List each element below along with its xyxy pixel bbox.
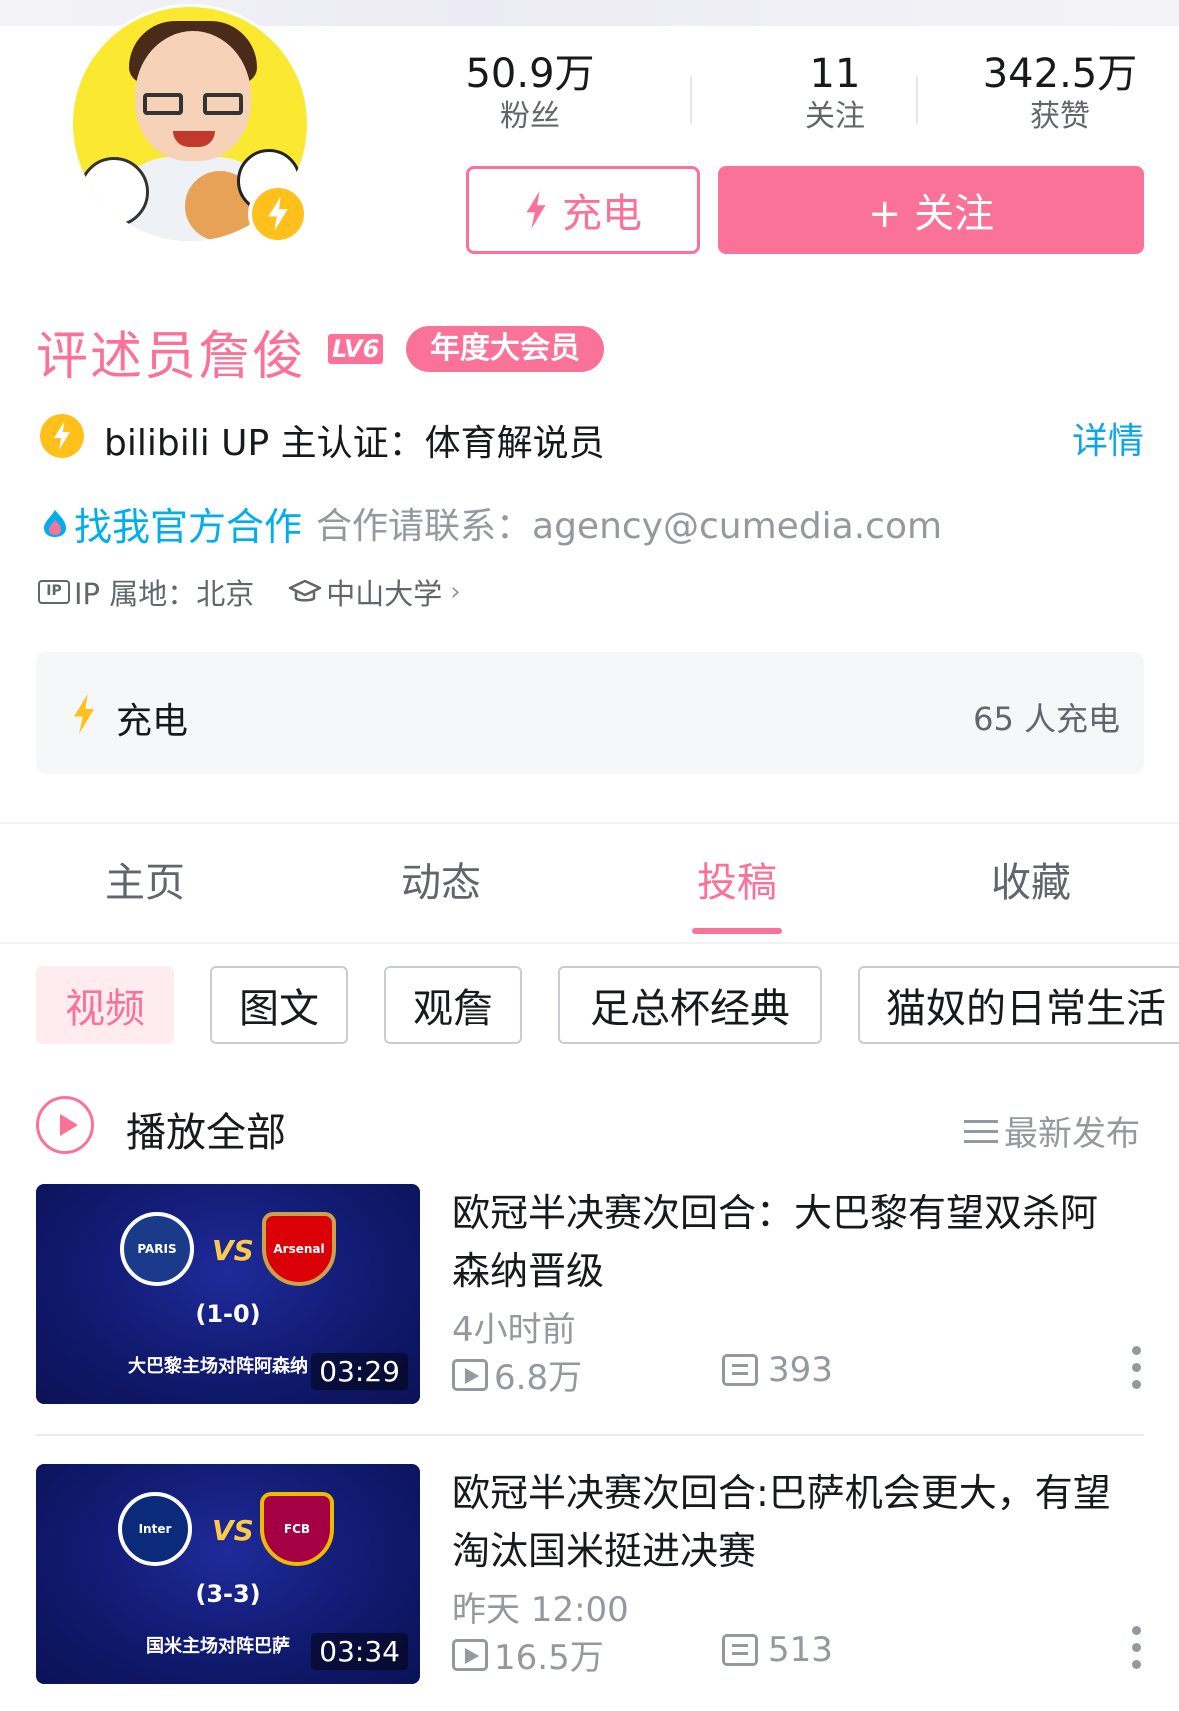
video-stats: 6.8万 393 [452,1350,1112,1398]
play-circle-icon[interactable] [36,1096,94,1154]
certification-detail-link[interactable]: 详情 [1072,412,1144,464]
play-count: 6.8万 [494,1358,583,1398]
certification-row: bilibili UP 主认证：体育解说员 详情 [40,412,1144,464]
barcelona-crest-icon: FCB [260,1492,334,1566]
chip-fa-cup-classics[interactable]: 足总杯经典 [558,966,822,1044]
username: 评述员詹俊 [36,327,307,387]
certification-text: bilibili UP 主认证：体育解说员 [104,423,605,464]
more-options-icon[interactable] [1132,1346,1142,1390]
sort-lines-icon [964,1117,998,1145]
stat-label: 关注 [805,99,865,134]
play-all-row: 播放全部 最新发布 [36,1092,1144,1158]
avatar-glasses [143,93,243,117]
stat-label: 获赞 [1030,99,1090,134]
comment-count-icon [722,1354,758,1386]
video-plays: 16.5万 [452,1630,604,1679]
vip-badge[interactable]: 年度大会员 [406,326,604,372]
vs-label: VS [212,1234,254,1267]
cooperation-link[interactable]: 找我官方合作 [74,496,302,551]
stat-following[interactable]: 11 关注 [760,50,910,136]
tab-submissions[interactable]: 投稿 [662,850,812,908]
video-title[interactable]: 欧冠半决赛次回合：大巴黎有望双杀阿森纳晋级 [452,1184,1112,1300]
tabs-divider [0,942,1179,944]
comment-count: 393 [768,1350,833,1390]
charge-button[interactable]: 充电 [466,166,700,254]
stat-label: 粉丝 [500,99,560,134]
lightning-icon [526,191,546,229]
video-comments: 393 [722,1350,833,1390]
video-publish-time: 昨天 12:00 [452,1590,629,1630]
chip-cat-life[interactable]: 猫奴的日常生活 [858,966,1179,1044]
tab-home[interactable]: 主页 [70,850,220,908]
stat-value: 11 [809,51,861,97]
graduation-cap-icon [289,579,322,602]
avatar-cat-left [79,157,149,227]
video-item[interactable]: Inter VS FCB (3-3) 国米主场对阵巴萨 03:34 欧冠半决赛次… [36,1464,1144,1684]
charge-card-count: 65 人充电 [973,700,1120,738]
chip-video[interactable]: 视频 [36,966,174,1044]
certification-icon [40,414,84,458]
flame-icon [44,510,66,537]
list-divider [36,1434,1144,1436]
stat-value: 342.5万 [982,51,1138,97]
video-duration: 03:29 [311,1353,408,1390]
video-stats: 16.5万 513 [452,1630,1112,1678]
profile-tabs: 主页 动态 投稿 收藏 [0,824,1179,942]
cooperation-row: 找我官方合作 合作请联系：agency@cumedia.com [40,496,943,551]
match-score: (3-3) [195,1580,261,1608]
video-comments: 513 [722,1630,833,1670]
match-score: (1-0) [195,1300,261,1328]
tab-dynamic[interactable]: 动态 [366,850,516,908]
video-plays: 6.8万 [452,1350,582,1399]
arsenal-crest-icon: Arsenal [262,1212,336,1286]
video-publish-time: 4小时前 [452,1310,576,1350]
video-item[interactable]: PARIS VS Arsenal (1-0) 大巴黎主场对阵阿森纳 03:29 … [36,1184,1144,1404]
psg-crest-icon: PARIS [120,1212,194,1286]
charge-button-label: 充电 [562,191,642,237]
more-options-icon[interactable] [1132,1626,1142,1670]
lightning-badge-icon [248,184,308,244]
video-title[interactable]: 欧冠半决赛次回合:巴萨机会更大，有望淘汰国米挺进决赛 [452,1464,1112,1580]
stat-likes[interactable]: 342.5万 获赞 [970,50,1150,136]
chip-articles[interactable]: 图文 [210,966,348,1044]
vs-label: VS [212,1514,254,1547]
category-chips: 视频 图文 观詹 足总杯经典 猫奴的日常生活 [36,966,1179,1044]
ip-location: IP 属地：北京 [74,577,255,611]
chevron-right-icon: › [450,577,461,607]
video-duration: 03:34 [311,1633,408,1670]
comment-count-icon [722,1634,758,1666]
follow-button-label: + 关注 [867,191,995,237]
charge-card[interactable]: 充电 65 人充电 [36,652,1144,774]
chip-guanzhan[interactable]: 观詹 [384,966,522,1044]
video-thumbnail[interactable]: PARIS VS Arsenal (1-0) 大巴黎主场对阵阿森纳 03:29 [36,1184,420,1404]
active-tab-indicator [692,928,782,934]
play-count-icon [452,1638,488,1671]
charge-card-label: 充电 [116,701,189,742]
ip-icon: IP [38,580,70,604]
follow-button[interactable]: + 关注 [718,166,1144,254]
video-thumbnail[interactable]: Inter VS FCB (3-3) 国米主场对阵巴萨 03:34 [36,1464,420,1684]
inter-crest-icon: Inter [118,1492,192,1566]
play-count-icon [452,1358,488,1391]
cooperation-contact: 合作请联系：agency@cumedia.com [316,506,943,547]
tab-favorites[interactable]: 收藏 [956,850,1106,908]
lightning-icon [74,694,94,734]
sort-button[interactable]: 最新发布 [964,1106,1140,1155]
profile-stats: 50.9万 粉丝 11 关注 342.5万 获赞 [430,50,1150,140]
play-count: 16.5万 [494,1638,604,1678]
stat-separator [916,76,918,124]
meta-row: IP IP 属地：北京 中山大学 › [38,572,461,612]
stat-value: 50.9万 [465,51,595,97]
comment-count: 513 [768,1630,833,1670]
stat-fans[interactable]: 50.9万 粉丝 [430,50,630,136]
stat-separator [690,76,692,124]
sort-label: 最新发布 [1004,1114,1140,1154]
play-all-button[interactable]: 播放全部 [126,1100,286,1158]
level-badge: LV6 [328,334,384,364]
school-link[interactable]: 中山大学 [326,571,442,613]
